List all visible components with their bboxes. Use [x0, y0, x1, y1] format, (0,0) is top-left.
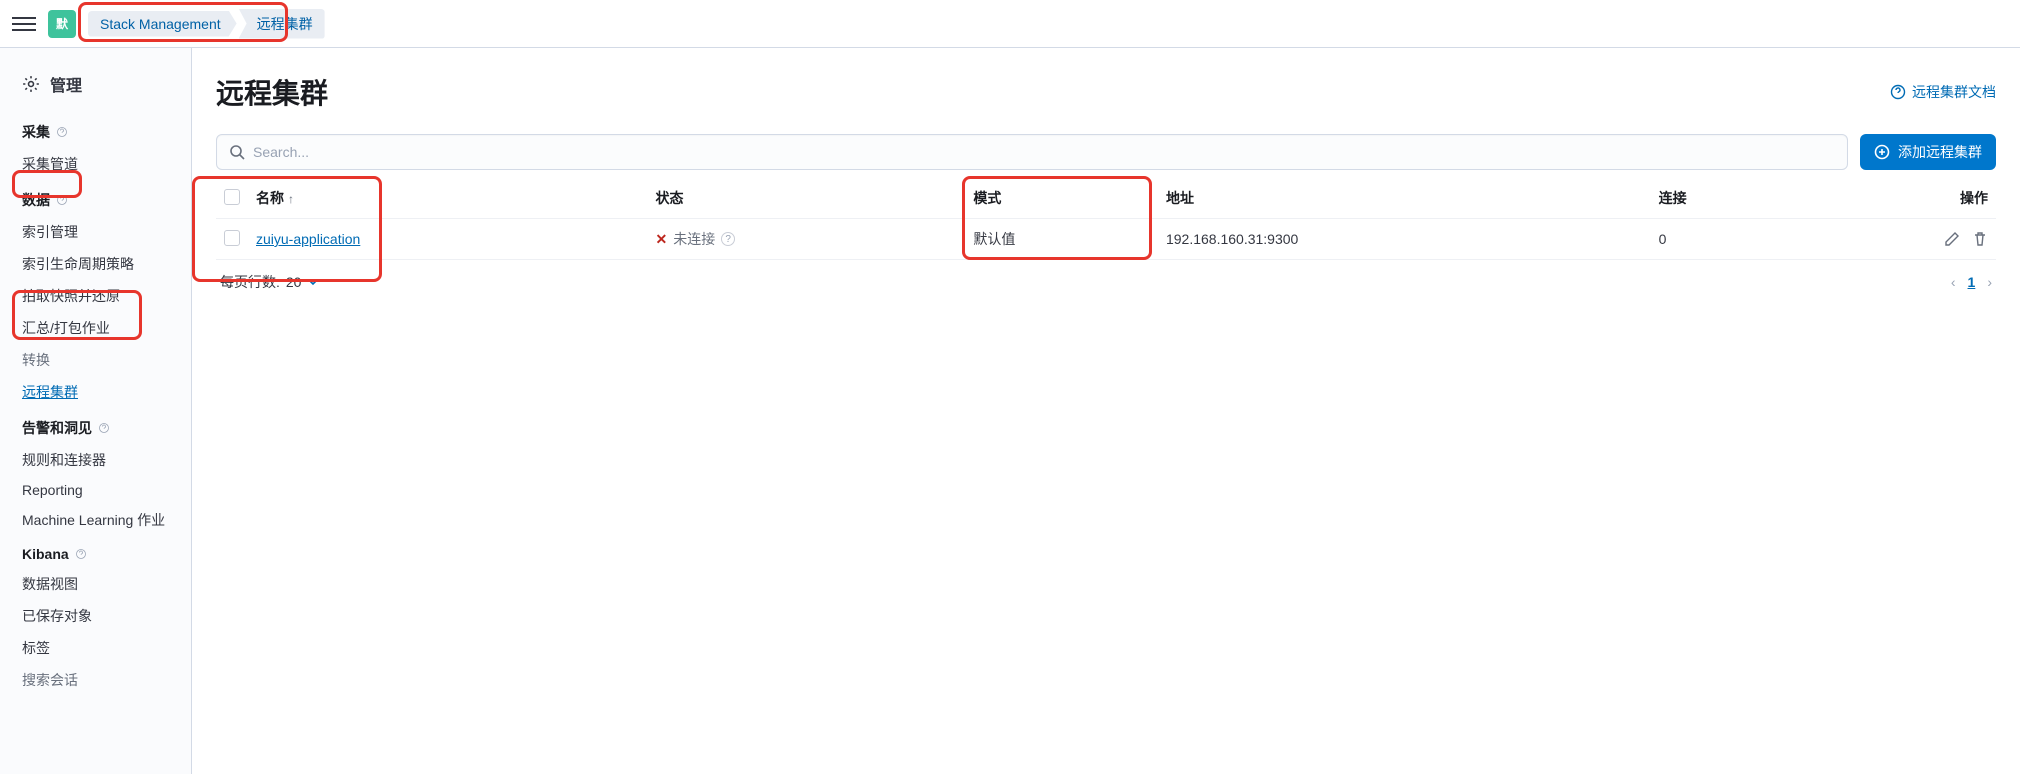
search-input[interactable] [253, 144, 1835, 160]
search-input-container[interactable] [216, 134, 1848, 170]
sidebar-item-index-management[interactable]: 索引管理 [0, 216, 191, 248]
sidebar-group-kibana: Kibana [0, 536, 191, 568]
disconnected-icon: ✕ [655, 231, 667, 248]
edit-icon[interactable] [1944, 231, 1960, 247]
sidebar-item-snapshot-restore[interactable]: 拍取快照并还原 [0, 280, 191, 312]
sidebar-item-ml-jobs[interactable]: Machine Learning 作业 [0, 504, 191, 536]
breadcrumb: Stack Management 远程集群 [88, 9, 325, 39]
column-mode[interactable]: 模式 [965, 178, 1158, 219]
sidebar-item-transforms[interactable]: 转换 [0, 344, 191, 376]
breadcrumb-remote-clusters[interactable]: 远程集群 [239, 9, 325, 39]
sidebar-header: 管理 [0, 64, 191, 112]
address-cell: 192.168.160.31:9300 [1158, 219, 1651, 260]
row-checkbox[interactable] [224, 230, 240, 246]
add-remote-cluster-button[interactable]: 添加远程集群 [1860, 134, 1996, 170]
sidebar-item-rules-connectors[interactable]: 规则和连接器 [0, 444, 191, 476]
sort-asc-icon: ↑ [288, 192, 294, 206]
sidebar-item-ilm[interactable]: 索引生命周期策略 [0, 248, 191, 280]
select-all-checkbox[interactable] [224, 189, 240, 205]
help-icon[interactable] [75, 548, 87, 560]
help-icon[interactable] [56, 194, 68, 206]
sidebar-item-data-views[interactable]: 数据视图 [0, 568, 191, 600]
sidebar-item-tags[interactable]: 标签 [0, 632, 191, 664]
docs-link[interactable]: 远程集群文档 [1890, 82, 1996, 102]
connections-cell: 0 [1651, 219, 1797, 260]
column-name[interactable]: 名称↑ [248, 178, 647, 219]
info-icon[interactable]: ? [721, 232, 735, 246]
sidebar-item-remote-clusters[interactable]: 远程集群 [0, 376, 191, 408]
gear-icon [22, 75, 40, 93]
remote-clusters-table: 名称↑ 状态 模式 地址 连接 操作 zuiyu-application ✕ [216, 178, 1996, 260]
sidebar-item-saved-objects[interactable]: 已保存对象 [0, 600, 191, 632]
main-content: 远程集群 远程集群文档 添加远程集群 名称↑ [192, 48, 2020, 774]
help-icon[interactable] [56, 126, 68, 138]
page-title: 远程集群 [216, 72, 328, 112]
sidebar-group-data: 数据 [0, 180, 191, 216]
sidebar-item-search-sessions[interactable]: 搜索会话 [0, 664, 191, 696]
delete-icon[interactable] [1972, 231, 1988, 247]
column-actions: 操作 [1797, 178, 1996, 219]
pager-page-1[interactable]: 1 [1968, 274, 1976, 290]
help-circle-icon [1890, 84, 1906, 100]
plus-circle-icon [1874, 144, 1890, 160]
sidebar: 管理 采集 采集管道 数据 索引管理 索引生命周期策略 拍取快照并还原 汇总/打… [0, 48, 192, 774]
menu-toggle-icon[interactable] [12, 12, 36, 36]
sidebar-item-reporting[interactable]: Reporting [0, 476, 191, 504]
breadcrumb-stack-management[interactable]: Stack Management [88, 11, 237, 37]
pager-next[interactable]: › [1987, 274, 1992, 290]
rows-per-page-selector[interactable]: 每页行数: 20 [220, 272, 319, 292]
sidebar-item-rollup[interactable]: 汇总/打包作业 [0, 312, 191, 344]
pager-prev[interactable]: ‹ [1951, 274, 1956, 290]
sidebar-title: 管理 [50, 72, 82, 96]
help-icon[interactable] [98, 422, 110, 434]
pagination: ‹ 1 › [1951, 274, 1992, 290]
column-status[interactable]: 状态 [647, 178, 965, 219]
top-bar: 默 Stack Management 远程集群 [0, 0, 2020, 48]
sidebar-group-alerts: 告警和洞见 [0, 408, 191, 444]
chevron-down-icon [307, 276, 319, 288]
status-cell: ✕ 未连接 ? [655, 229, 957, 249]
column-connections[interactable]: 连接 [1651, 178, 1797, 219]
mode-cell: 默认值 [965, 219, 1158, 260]
cluster-name-link[interactable]: zuiyu-application [256, 231, 360, 247]
search-icon [229, 144, 245, 160]
sidebar-group-ingest: 采集 [0, 112, 191, 148]
space-badge[interactable]: 默 [48, 10, 76, 38]
table-row: zuiyu-application ✕ 未连接 ? 默认值 192.168.16… [216, 219, 1996, 260]
sidebar-item-ingest-pipelines[interactable]: 采集管道 [0, 148, 191, 180]
column-address[interactable]: 地址 [1158, 178, 1651, 219]
